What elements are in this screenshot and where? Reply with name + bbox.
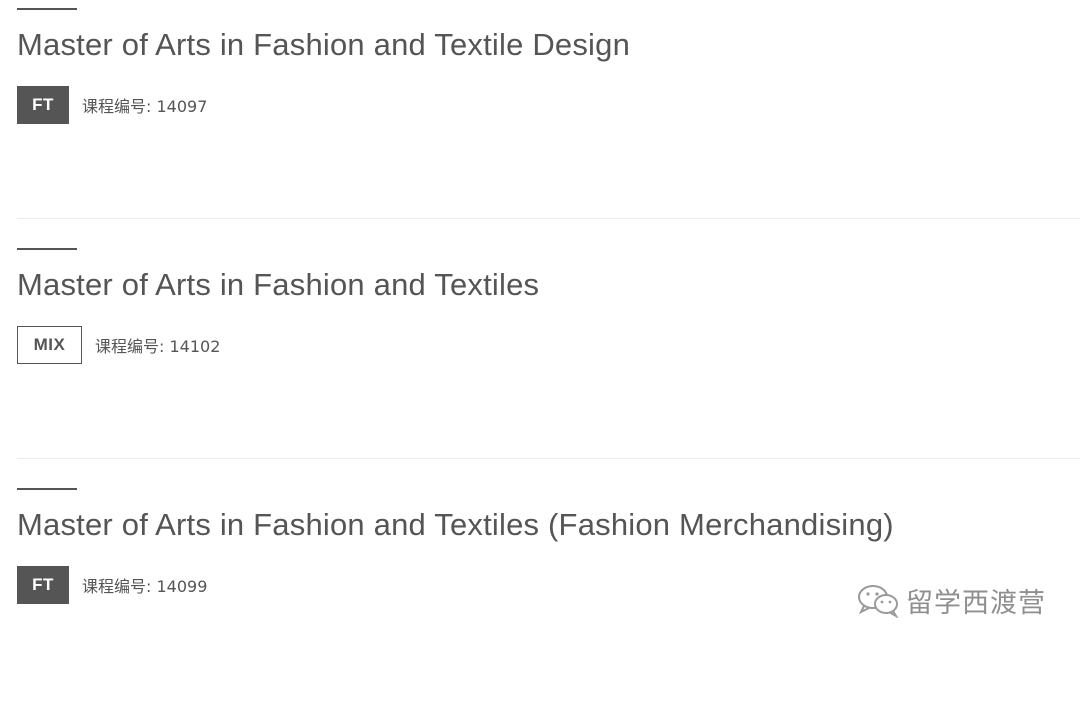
program-meta: MIX 课程编号: 14102 <box>17 326 220 364</box>
program-meta: FT 课程编号: 14097 <box>17 86 207 124</box>
accent-rule <box>17 8 77 10</box>
course-code: 课程编号: 14099 <box>82 577 208 596</box>
divider <box>17 458 1080 459</box>
wechat-icon <box>858 585 899 618</box>
study-mode-badge: MIX <box>17 326 82 364</box>
course-code: 课程编号: 14097 <box>82 97 208 116</box>
study-mode-badge: FT <box>17 566 69 604</box>
program-title-link[interactable]: Master of Arts in Fashion and Textiles <box>17 266 539 304</box>
accent-rule <box>17 248 77 250</box>
divider <box>17 218 1080 219</box>
watermark: 留学西渡营 <box>856 580 1046 620</box>
accent-rule <box>17 488 77 490</box>
program-meta: FT 课程编号: 14099 <box>17 566 207 604</box>
study-mode-badge: FT <box>17 86 69 124</box>
program-item: Master of Arts in Fashion and Textiles M… <box>0 240 1080 480</box>
watermark-text: 留学西渡营 <box>906 587 1046 619</box>
program-title-link[interactable]: Master of Arts in Fashion and Textile De… <box>17 26 630 64</box>
program-title-link[interactable]: Master of Arts in Fashion and Textiles (… <box>17 506 894 544</box>
course-code: 课程编号: 14102 <box>95 337 221 356</box>
program-item: Master of Arts in Fashion and Textile De… <box>0 0 1080 240</box>
